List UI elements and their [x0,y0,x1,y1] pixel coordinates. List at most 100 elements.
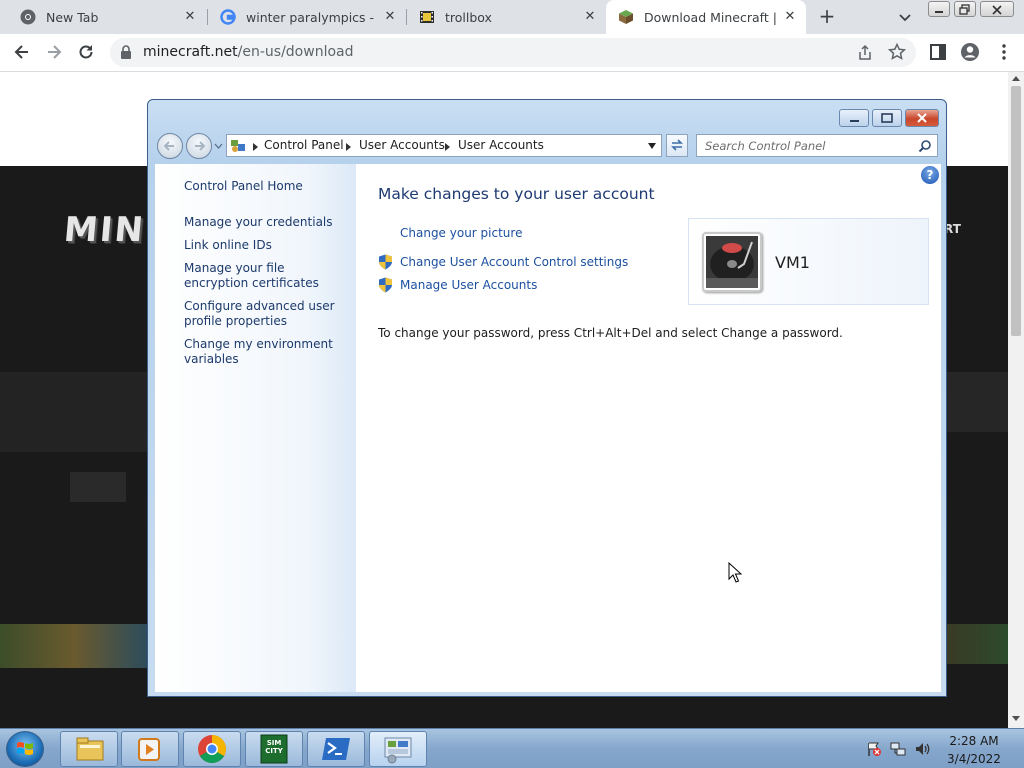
close-icon [917,113,927,123]
breadcrumb-separator-icon[interactable] [346,143,351,151]
control-panel-content: ? Make changes to your user account Chan… [356,164,941,692]
breadcrumb-user-accounts[interactable]: User Accounts [359,138,445,152]
action-center-flag-icon[interactable] [866,741,882,757]
account-picture[interactable] [702,232,762,292]
taskbar-control-panel[interactable] [369,731,427,767]
bookmark-star-icon[interactable] [888,43,906,61]
link-file-encryption-certificates[interactable]: Manage your file encryption certificates [184,261,349,291]
control-panel-task-pane: Control Panel Home Manage your credentia… [155,164,356,692]
taskbar-explorer[interactable] [60,731,118,767]
clock-time[interactable]: 2:28 AM [946,734,1002,748]
pixel-pattern [0,624,148,668]
link-change-uac-settings[interactable]: Change User Account Control settings [400,255,628,269]
url-host: minecraft.net [143,44,238,60]
taskbar-powershell[interactable] [307,731,365,767]
forward-button[interactable] [186,133,212,159]
pixel-pattern [946,624,1008,664]
tab-trollbox[interactable]: trollbox ✕ [407,0,606,34]
chrome-icon [198,735,226,763]
breadcrumb-control-panel[interactable]: Control Panel [264,138,344,152]
address-dropdown-icon[interactable] [647,142,657,150]
scrollbar-thumb[interactable] [1011,86,1021,336]
tab-close-icon[interactable]: ✕ [582,9,598,25]
search-icon[interactable] [918,139,932,153]
scroll-down-icon[interactable] [1012,716,1020,721]
tab-winter-paralympics[interactable]: winter paralympics - Goo ✕ [208,0,406,34]
cp-minimize-button[interactable] [839,109,869,127]
kebab-menu-icon[interactable] [994,42,1014,62]
volume-icon[interactable] [914,741,932,757]
share-icon[interactable] [856,44,874,62]
breadcrumb-user-accounts-current[interactable]: User Accounts [458,138,544,152]
chrome-icon [20,9,36,25]
search-input[interactable]: Search Control Panel [696,134,938,157]
tab-new-tab[interactable]: New Tab ✕ [0,0,206,34]
tab-title: trollbox [445,9,492,25]
network-icon[interactable] [890,741,906,757]
turntable-icon [706,236,758,288]
page-title: Make changes to your user account [378,185,655,203]
simcity-label: SIM CITY [265,739,283,755]
mouse-cursor-icon [728,562,742,583]
tab-close-icon[interactable]: ✕ [182,9,198,25]
recent-pages-dropdown-icon[interactable] [214,142,223,150]
control-panel-icon [231,140,245,152]
chevron-down-icon[interactable] [896,8,914,26]
back-arrow-icon[interactable] [12,42,32,62]
powershell-icon [322,738,350,760]
tab-download-minecraft[interactable]: Download Minecraft | Mi ✕ [606,0,806,34]
link-manage-credentials[interactable]: Manage your credentials [184,215,349,230]
address-bar[interactable]: minecraft.net/en-us/download [110,38,916,67]
breadcrumb-separator-icon[interactable] [253,143,258,151]
search-placeholder: Search Control Panel [705,139,826,153]
taskbar-chrome[interactable] [183,731,241,767]
link-advanced-user-profile[interactable]: Configure advanced user profile properti… [184,299,349,329]
pixel-pattern [70,472,126,502]
uac-shield-icon [379,277,392,293]
breadcrumb-separator-icon[interactable] [445,143,450,151]
pixel-pattern [946,372,1008,432]
taskbar-media-player[interactable] [121,731,179,767]
minecraft-grass-block-icon [619,10,633,24]
close-window-button[interactable] [980,1,1014,17]
browser-tab-strip: New Tab ✕ winter paralympics - Goo ✕ tro… [0,0,1024,34]
breadcrumb[interactable]: Control Panel User Accounts User Account… [226,134,662,157]
forward-arrow-icon[interactable] [44,42,64,62]
minimize-button[interactable] [928,1,950,17]
password-instructions: To change your password, press Ctrl+Alt+… [378,326,843,340]
page-scrollbar[interactable] [1008,72,1024,728]
link-control-panel-home[interactable]: Control Panel Home [184,179,349,194]
forward-arrow-icon [195,141,206,151]
link-manage-user-accounts[interactable]: Manage User Accounts [400,278,537,292]
taskbar-simcity[interactable]: SIM CITY [245,731,303,767]
tab-title: New Tab [46,9,99,25]
windows-logo-icon [17,742,33,755]
windows-taskbar: SIM CITY 2:28 AM 3/4/2022 [0,728,1024,768]
browser-toolbar: minecraft.net/en-us/download [0,34,1024,72]
profile-avatar-icon[interactable] [960,42,980,62]
back-button[interactable] [157,133,183,159]
cp-close-button[interactable] [905,109,939,127]
start-button[interactable] [6,731,44,767]
close-icon [992,5,1002,15]
film-icon [420,11,434,23]
restore-button[interactable] [954,1,976,17]
maximize-icon [881,113,893,123]
cp-maximize-button[interactable] [872,109,902,127]
tab-close-icon[interactable]: ✕ [782,9,798,25]
clock-date[interactable]: 3/4/2022 [946,752,1002,766]
side-panel-icon[interactable] [928,42,948,62]
lock-icon[interactable] [120,45,132,59]
link-online-ids[interactable]: Link online IDs [184,238,349,253]
pixel-pattern [0,372,148,452]
link-environment-variables[interactable]: Change my environment variables [184,337,349,367]
new-tab-button[interactable]: + [816,6,838,28]
scroll-up-icon[interactable] [1012,76,1020,81]
url-text[interactable]: minecraft.net/en-us/download [143,44,354,60]
help-icon[interactable]: ? [921,166,939,184]
refresh-button[interactable] [666,134,688,157]
tab-close-icon[interactable]: ✕ [382,9,398,25]
account-name: VM1 [775,253,810,272]
link-change-picture[interactable]: Change your picture [400,226,522,240]
reload-icon[interactable] [76,42,96,62]
